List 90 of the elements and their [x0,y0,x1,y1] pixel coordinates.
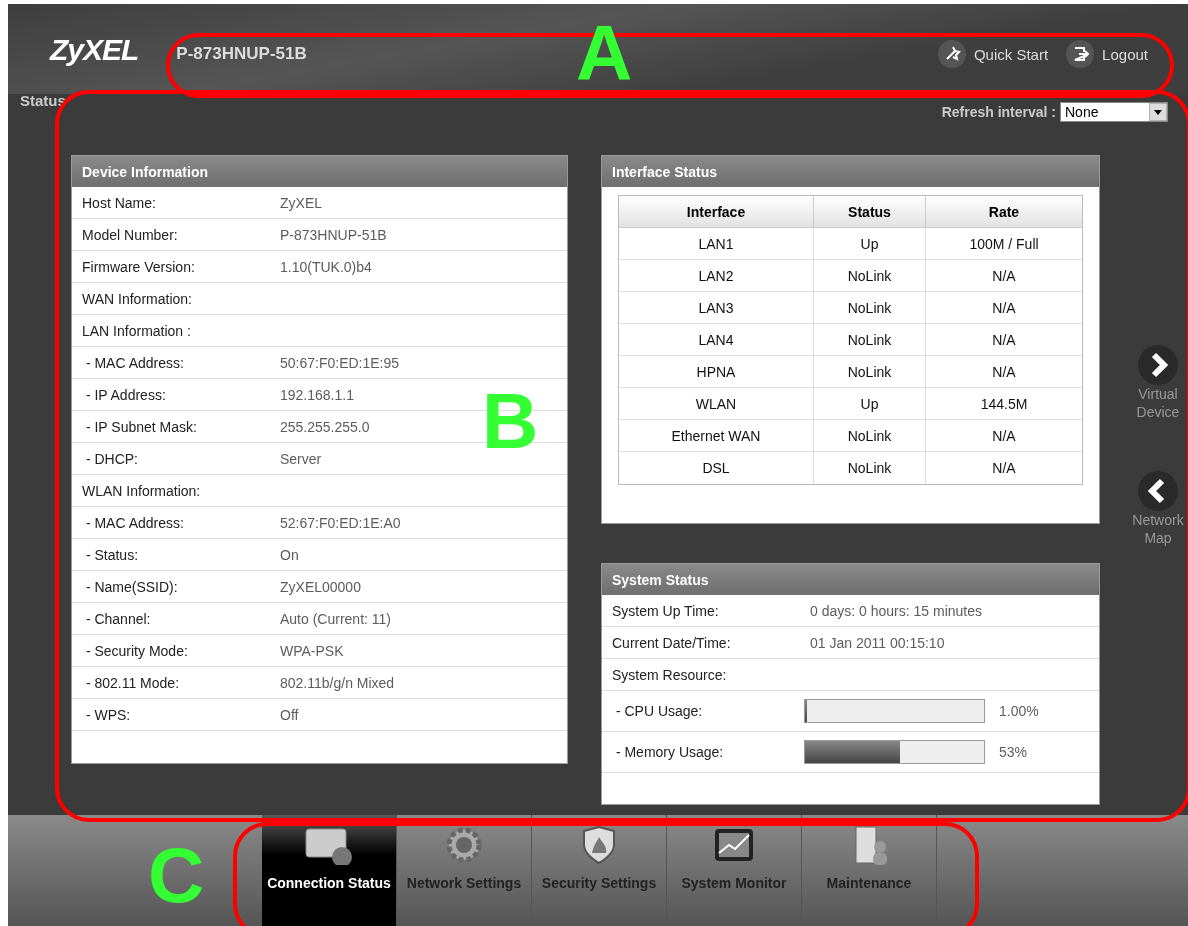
field-label: - Memory Usage: [614,744,725,760]
field-label: LAN Information : [82,322,192,339]
field-value: On [280,546,299,563]
page-title: Status [20,92,66,109]
refresh-label: Refresh interval : [941,104,1056,120]
field-label: - Channel: [84,610,152,627]
table-cell: NoLink [814,356,926,387]
table-cell-text: N/A [991,426,1017,446]
quick-start-link[interactable]: Quick Start [937,40,1049,68]
field-value: P-873HNUP-51B [280,226,387,243]
field-label: Host Name: [82,194,157,211]
table-cell: Up [814,388,926,419]
column-header: Interface [619,196,814,227]
table-cell: WLAN [619,388,814,419]
table-cell: NoLink [814,260,926,291]
field-value: WPA-PSK [280,642,344,659]
column-header: Rate [987,202,1021,222]
field-label: - Name(SSID): [84,578,179,595]
model-name: P-873HNUP-51B [176,44,308,64]
table-cell: DSL [619,452,814,484]
table-cell: NoLink [814,420,926,451]
field-value: 1.10(TUK.0)b4 [280,258,372,275]
field-label: System Resource: [612,666,728,683]
field-label: WAN Information: [82,290,193,307]
field-value: Auto (Current: 11) [280,610,391,627]
field-value: 50:67:F0:ED:1E:95 [280,354,400,371]
table-cell: NoLink [814,324,926,355]
dropdown-arrow-icon [1149,103,1167,121]
usage-reading: 53% [999,744,1028,760]
field-value: 52:67:F0:ED:1E:A0 [280,514,401,531]
table-cell-text: N/A [991,266,1017,286]
side-nav-link[interactable]: Network Map [1128,471,1188,547]
nav-tab[interactable]: Connection Status [262,815,397,926]
side-nav-link[interactable]: Virtual Device [1128,345,1188,421]
field-value: 0 days: 0 hours: 15 minutes [810,602,982,619]
logout-link[interactable]: Logout [1066,40,1148,68]
annotation-letter: A [576,14,633,92]
field-label: - IP Subnet Mask: [84,418,198,435]
panel-title: Device Information [72,156,567,187]
nav-tab[interactable]: Security Settings [532,815,667,926]
logo: ZyXEL [50,33,139,67]
table-cell-text: N/A [991,298,1017,318]
table-cell-text: N/A [991,330,1017,350]
field-label: Current Date/Time: [612,634,732,651]
annotation-letter: B [482,382,539,460]
field-label: - Status: [84,546,140,563]
table-cell: LAN2 [619,260,814,291]
table-cell-text: 144.5M [979,394,1029,414]
table-cell: HPNA [619,356,814,387]
chevron-right-icon [1138,345,1178,385]
table-cell: NoLink [814,292,926,323]
field-label: Model Number: [82,226,179,243]
panel-title: Interface Status [602,156,1099,187]
nav-tab[interactable]: System Monitor [667,815,802,926]
field-label: WLAN Information: [82,482,202,499]
field-label: - MAC Address: [84,354,185,371]
field-label: - CPU Usage: [614,703,704,719]
table-cell-text: 100M / Full [968,234,1040,254]
field-label: System Up Time: [612,602,720,619]
field-value: Off [280,706,299,723]
table-cell: Up [814,228,926,259]
field-label: - IP Address: [84,386,167,403]
field-label: - Security Mode: [84,642,189,659]
annotation-letter: C [148,836,205,914]
table-cell: Ethernet WAN [619,420,814,451]
field-value: 192.168.1.1 [280,386,354,403]
table-cell-text: N/A [991,459,1017,478]
field-label: - WPS: [84,706,132,723]
field-label: - DHCP: [84,450,139,467]
field-label: Firmware Version: [82,258,196,275]
column-header: Status [814,196,926,227]
field-value: ZyXEL00000 [280,578,361,595]
table-cell: LAN1 [619,228,814,259]
field-value: 802.11b/g/n Mixed [280,674,395,691]
nav-tab[interactable]: Network Settings [397,815,532,926]
field-value: 255.255.255.0 [280,418,370,435]
panel-title: System Status [602,564,1099,595]
field-value: 01 Jan 2011 00:15:10 [810,634,945,651]
table-cell: LAN3 [619,292,814,323]
field-value: ZyXEL [280,194,322,211]
table-cell-text: N/A [991,362,1017,382]
refresh-dropdown[interactable]: None [1060,102,1168,122]
field-label: - MAC Address: [84,514,185,531]
nav-tab[interactable]: Maintenance [802,815,937,926]
field-label: - 802.11 Mode: [84,674,181,691]
field-value: Server [280,450,322,467]
usage-reading: 1.00% [999,703,1039,719]
table-cell: NoLink [814,452,926,484]
chevron-left-icon [1138,471,1178,511]
table-cell: LAN4 [619,324,814,355]
